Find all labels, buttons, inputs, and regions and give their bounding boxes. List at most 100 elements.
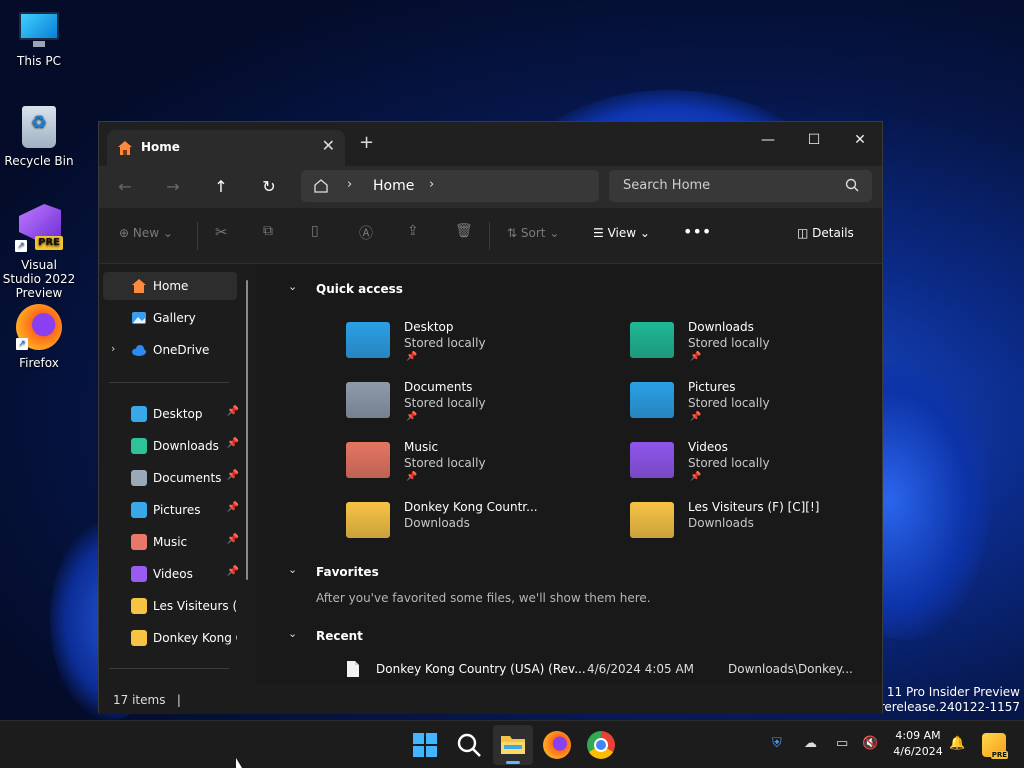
- nav-item-pinned[interactable]: Documents 📌: [103, 464, 239, 492]
- taskbar: ⛨ ☁ ▭ 🔇 4:09 AM 4/6/2024 🔔 PRE: [0, 720, 1024, 768]
- pin-icon: 📌: [690, 352, 702, 362]
- notification-bell-icon[interactable]: 🔔: [949, 736, 965, 751]
- nav-item-pinned[interactable]: Music 📌: [103, 528, 239, 556]
- recent-file-row[interactable]: Donkey Kong Country (USA) (Rev... 4/6/20…: [344, 660, 864, 682]
- desktop-icon-firefox[interactable]: ↗ Firefox: [1, 304, 77, 370]
- favorites-empty-message: After you've favorited some files, we'll…: [316, 591, 651, 605]
- forward-button[interactable]: →: [159, 174, 187, 200]
- onedrive-offline-icon[interactable]: ☁: [804, 736, 817, 751]
- quick-access-folder[interactable]: Desktop Stored locally 📌: [346, 316, 606, 372]
- refresh-button[interactable]: ↻: [255, 174, 283, 200]
- search-icon[interactable]: [455, 731, 483, 759]
- pin-icon[interactable]: 📌: [227, 534, 239, 545]
- network-icon[interactable]: ▭: [836, 736, 848, 751]
- system-clock[interactable]: 4:09 AM 4/6/2024: [890, 728, 946, 760]
- chrome-icon[interactable]: [587, 731, 615, 759]
- new-button[interactable]: ⊕ New ⌄: [119, 226, 173, 240]
- pin-icon[interactable]: 📌: [227, 406, 239, 417]
- nav-item-pinned[interactable]: Les Visiteurs (F): [103, 592, 237, 620]
- share-icon[interactable]: ⇪: [407, 223, 419, 239]
- rename-icon[interactable]: Ⓐ: [359, 223, 373, 243]
- preview-badge: PRE: [35, 236, 63, 250]
- pin-icon[interactable]: 📌: [227, 502, 239, 513]
- up-button[interactable]: ↑: [207, 174, 235, 200]
- quick-access-folder[interactable]: Pictures Stored locally 📌: [630, 376, 890, 432]
- toolbar-divider: [197, 222, 198, 250]
- desktop-icon-visual-studio[interactable]: PRE ↗ Visual Studio 2022 Preview: [1, 204, 77, 300]
- recent-file-date: 4/6/2024 4:05 AM: [587, 662, 695, 676]
- security-shield-icon[interactable]: ⛨: [772, 736, 782, 751]
- recent-file-name: Donkey Kong Country (USA) (Rev...: [376, 662, 586, 676]
- quick-access-folder[interactable]: Donkey Kong Countr... Downloads: [346, 496, 606, 552]
- chevron-down-icon[interactable]: ⌄: [288, 280, 297, 293]
- folder-icon: [630, 442, 674, 478]
- search-icon: [845, 178, 859, 192]
- folder-icon: [346, 322, 390, 358]
- toolbar-divider: [489, 222, 490, 250]
- quick-access-folder[interactable]: Videos Stored locally 📌: [630, 436, 890, 492]
- breadcrumb[interactable]: Home: [373, 178, 414, 194]
- quick-access-folder[interactable]: Music Stored locally 📌: [346, 436, 606, 492]
- active-app-indicator: [506, 761, 520, 764]
- tab-home[interactable]: Home ✕: [107, 130, 345, 166]
- desktop-icon-recycle-bin[interactable]: Recycle Bin: [1, 106, 77, 168]
- search-input[interactable]: Search Home: [609, 170, 872, 202]
- desktop-icon-label: Recycle Bin: [4, 154, 74, 168]
- chevron-down-icon[interactable]: ⌄: [288, 563, 297, 576]
- nav-item-onedrive[interactable]: › OneDrive: [103, 336, 237, 364]
- recent-header[interactable]: Recent: [316, 629, 363, 643]
- nav-item-gallery[interactable]: Gallery: [103, 304, 237, 332]
- nav-item-pinned[interactable]: Donkey Kong C: [103, 624, 237, 652]
- chevron-down-icon[interactable]: ⌄: [288, 627, 297, 640]
- minimize-button[interactable]: —: [745, 126, 791, 154]
- home-icon: [132, 279, 146, 293]
- quick-access-folder[interactable]: Documents Stored locally 📌: [346, 376, 606, 432]
- pin-icon[interactable]: 📌: [227, 438, 239, 449]
- copy-icon[interactable]: ⧉: [263, 223, 273, 239]
- pin-icon: 📌: [690, 472, 702, 482]
- taskbar-file-explorer-button[interactable]: [493, 725, 533, 765]
- folder-icon: [346, 442, 390, 478]
- firefox-icon[interactable]: [543, 731, 571, 759]
- favorites-header[interactable]: Favorites: [316, 565, 379, 579]
- quick-access-folder[interactable]: Les Visiteurs (F) [C][!] Downloads: [630, 496, 890, 552]
- chevron-right-icon[interactable]: ›: [429, 177, 434, 192]
- details-button[interactable]: ◫ Details: [797, 226, 854, 240]
- tab-close-icon[interactable]: ✕: [322, 136, 335, 155]
- pin-icon[interactable]: 📌: [227, 470, 239, 481]
- nav-divider: [109, 382, 229, 383]
- nav-item-home[interactable]: Home: [103, 272, 237, 300]
- quick-access-folder[interactable]: Downloads Stored locally 📌: [630, 316, 890, 372]
- more-options-icon[interactable]: •••: [683, 222, 711, 241]
- new-tab-button[interactable]: +: [359, 132, 374, 153]
- desktop-icon-this-pc[interactable]: This PC: [1, 12, 77, 68]
- clock-date: 4/6/2024: [893, 745, 943, 758]
- nav-scrollbar[interactable]: [246, 280, 248, 580]
- build-watermark-line1: ows 11 Pro Insider Preview: [859, 685, 1020, 699]
- close-window-button[interactable]: ✕: [837, 126, 883, 154]
- folder-icon: [630, 382, 674, 418]
- pin-icon[interactable]: 📌: [227, 566, 239, 577]
- nav-item-pinned[interactable]: Videos 📌: [103, 560, 239, 588]
- start-windows-icon[interactable]: [411, 731, 439, 759]
- delete-icon[interactable]: 🗑: [455, 223, 473, 239]
- quick-access-header[interactable]: Quick access: [316, 282, 403, 296]
- paste-icon[interactable]: ▯: [311, 223, 319, 239]
- cut-icon[interactable]: ✂: [215, 223, 228, 241]
- volume-muted-icon[interactable]: 🔇: [862, 736, 878, 751]
- file-icon: [347, 661, 359, 677]
- chevron-down-icon: ⌄: [162, 226, 173, 240]
- pin-icon: 📌: [406, 472, 418, 482]
- nav-item-pinned[interactable]: Downloads 📌: [103, 432, 239, 460]
- address-bar[interactable]: › Home ›: [301, 170, 599, 202]
- nav-item-pinned[interactable]: Desktop 📌: [103, 400, 239, 428]
- maximize-button[interactable]: ☐: [791, 126, 837, 154]
- chevron-right-icon[interactable]: ›: [111, 342, 115, 355]
- command-bar: ⊕ New ⌄ ✂ ⧉ ▯ Ⓐ ⇪ 🗑 ⇅ Sort ⌄ ☰ View ⌄ ••…: [99, 208, 882, 264]
- sort-button[interactable]: ⇅ Sort ⌄: [507, 226, 559, 240]
- nav-item-pinned[interactable]: Pictures 📌: [103, 496, 239, 524]
- view-button[interactable]: ☰ View ⌄: [593, 226, 650, 240]
- copilot-preview-icon[interactable]: PRE: [982, 733, 1008, 759]
- recycle-bin-icon: [22, 106, 56, 148]
- back-button[interactable]: ←: [111, 174, 139, 200]
